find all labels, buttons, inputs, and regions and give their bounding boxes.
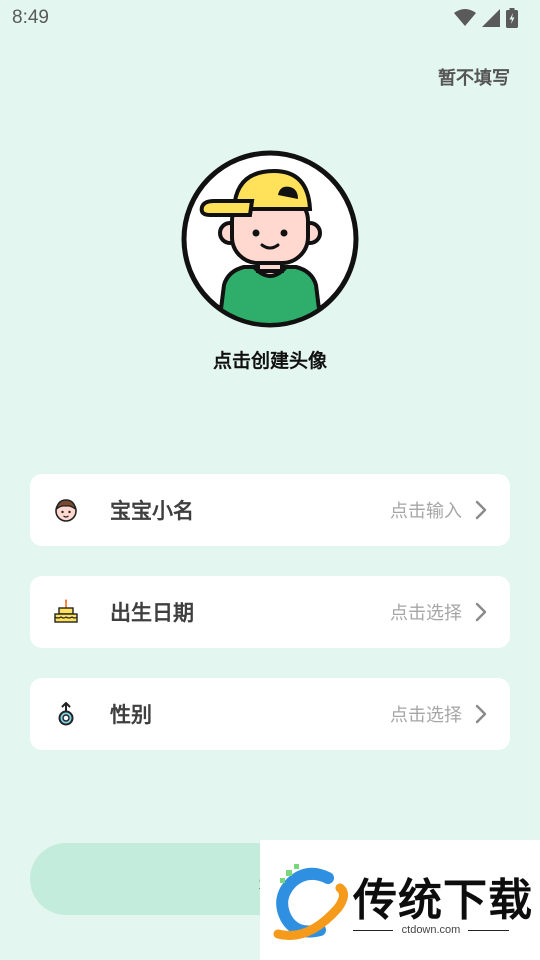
chevron-right-icon — [475, 602, 487, 622]
chevron-right-icon — [475, 704, 487, 724]
avatar-caption: 点击创建头像 — [212, 350, 327, 372]
gender-row[interactable]: 性别 点击选择 — [30, 678, 510, 750]
status-icons — [454, 8, 518, 28]
signal-icon — [482, 9, 500, 27]
boy-avatar-icon — [181, 150, 359, 328]
watermark-title: 传统下载 — [353, 875, 533, 926]
gender-icon — [52, 700, 80, 728]
gender-label: 性别 — [110, 703, 152, 727]
watermark: 传统下载 ctdown.com — [260, 840, 540, 960]
avatar-button[interactable] — [180, 149, 360, 329]
wifi-icon — [454, 9, 476, 26]
status-time: 8:49 — [12, 7, 49, 28]
birth-date-label: 出生日期 — [110, 601, 194, 625]
watermark-divider — [468, 930, 509, 931]
birth-date-hint: 点击选择 — [390, 603, 462, 624]
watermark-logo-icon — [273, 864, 348, 940]
skip-button[interactable]: 暂不填写 — [438, 64, 510, 90]
nickname-label: 宝宝小名 — [110, 499, 194, 523]
chevron-right-icon — [475, 500, 487, 520]
baby-face-icon — [52, 496, 80, 524]
birth-date-row[interactable]: 出生日期 点击选择 — [30, 576, 510, 648]
battery-icon — [506, 8, 518, 28]
nickname-row[interactable]: 宝宝小名 点击输入 — [30, 474, 510, 546]
status-bar: 8:49 — [0, 0, 540, 36]
nickname-hint: 点击输入 — [390, 501, 462, 522]
birthday-cake-icon — [52, 598, 80, 626]
gender-hint: 点击选择 — [390, 705, 462, 726]
